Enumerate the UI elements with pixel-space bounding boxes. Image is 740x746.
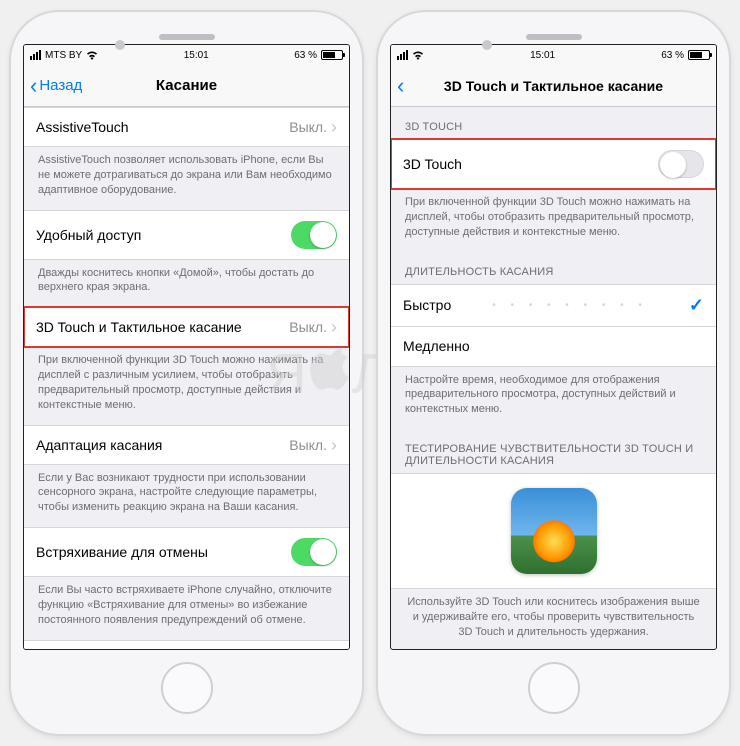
footer-text: AssistiveTouch позволяет использовать iP… <box>24 147 349 210</box>
row-label: Встряхивание для отмены <box>36 544 208 560</box>
row-3dtouch-toggle[interactable]: 3D Touch <box>391 139 716 189</box>
battery-icon <box>688 50 710 60</box>
row-duration-fast[interactable]: Быстро • • • • • • • • • ✓ <box>391 284 716 327</box>
page-title: Касание <box>156 77 217 94</box>
row-label: Медленно <box>403 338 470 354</box>
row-label: 3D Touch и Тактильное касание <box>36 319 242 335</box>
row-3dtouch-haptic[interactable]: 3D Touch и Тактильное касание Выкл. › <box>24 307 349 347</box>
phone-left: MTS BY 15:01 63 % ‹ Назад Касание Assist… <box>9 10 364 736</box>
footer-text: При включенной функции 3D Touch можно на… <box>391 189 716 252</box>
front-camera <box>482 40 492 50</box>
group-header-3dtouch: 3D TOUCH <box>391 107 716 139</box>
chevron-left-icon: ‹ <box>397 75 404 97</box>
footer-text: Если у Вас возникают трудности при испол… <box>24 465 349 528</box>
row-shake-to-undo[interactable]: Встряхивание для отмены <box>24 527 349 577</box>
row-reachability[interactable]: Удобный доступ <box>24 210 349 260</box>
front-camera <box>115 40 125 50</box>
battery-pct-label: 63 % <box>294 50 317 61</box>
settings-content[interactable]: 3D TOUCH 3D Touch При включенной функции… <box>391 107 716 649</box>
signal-icon <box>30 50 41 60</box>
back-button[interactable]: ‹ <box>397 75 404 97</box>
nav-bar: ‹ Назад Касание <box>24 65 349 107</box>
toggle-3dtouch[interactable] <box>658 150 704 178</box>
home-button[interactable] <box>528 662 580 714</box>
footer-text: Если Вы часто встряхиваете iPhone случай… <box>24 577 349 640</box>
footer-text: При включенной функции 3D Touch можно на… <box>24 347 349 424</box>
screen-left: MTS BY 15:01 63 % ‹ Назад Касание Assist… <box>23 44 350 650</box>
toggle-reachability[interactable] <box>291 221 337 249</box>
slider-dots: • • • • • • • • • <box>451 300 689 311</box>
row-value: Выкл. <box>289 319 327 335</box>
group-header-test: ТЕСТИРОВАНИЕ ЧУВСТВИТЕЛЬНОСТИ 3D TOUCH И… <box>391 429 716 473</box>
row-assistivetouch[interactable]: AssistiveTouch Выкл. › <box>24 107 349 147</box>
chevron-right-icon: › <box>331 118 337 136</box>
signal-icon <box>397 50 408 60</box>
chevron-right-icon: › <box>331 318 337 336</box>
status-bar: MTS BY 15:01 63 % <box>24 45 349 65</box>
settings-content[interactable]: AssistiveTouch Выкл. › AssistiveTouch по… <box>24 107 349 649</box>
row-label: 3D Touch <box>403 156 462 172</box>
row-value: Выкл. <box>289 119 327 135</box>
test-image-cell <box>391 473 716 589</box>
earpiece-speaker <box>526 34 582 40</box>
group-header-duration: ДЛИТЕЛЬНОСТЬ КАСАНИЯ <box>391 252 716 284</box>
earpiece-speaker <box>159 34 215 40</box>
wifi-icon <box>86 51 98 60</box>
footer-text: Настройте время, необходимое для отображ… <box>391 367 716 430</box>
home-button[interactable] <box>161 662 213 714</box>
chevron-right-icon: › <box>331 436 337 454</box>
back-button[interactable]: ‹ Назад <box>30 75 82 97</box>
row-label: AssistiveTouch <box>36 119 129 135</box>
chevron-left-icon: ‹ <box>30 75 37 97</box>
clock-label: 15:01 <box>184 50 209 61</box>
row-label: Удобный доступ <box>36 227 141 243</box>
status-bar: 15:01 63 % <box>391 45 716 65</box>
footer-text: Дважды коснитесь кнопки «Домой», чтобы д… <box>24 260 349 308</box>
battery-icon <box>321 50 343 60</box>
row-touch-accommodations[interactable]: Адаптация касания Выкл. › <box>24 425 349 465</box>
battery-pct-label: 63 % <box>661 50 684 61</box>
nav-bar: ‹ 3D Touch и Тактильное касание <box>391 65 716 107</box>
row-label: Адаптация касания <box>36 437 162 453</box>
footer-text: Используйте 3D Touch или коснитесь изобр… <box>391 589 716 649</box>
page-title: 3D Touch и Тактильное касание <box>444 78 663 94</box>
row-label: Быстро <box>403 297 451 313</box>
test-flower-image[interactable] <box>511 488 597 574</box>
row-duration-slow[interactable]: Медленно <box>391 327 716 367</box>
wifi-icon <box>412 51 424 60</box>
row-value: Выкл. <box>289 437 327 453</box>
row-vibration[interactable]: Вибрация <box>24 640 349 649</box>
checkmark-icon: ✓ <box>689 295 704 316</box>
toggle-shake-undo[interactable] <box>291 538 337 566</box>
back-label: Назад <box>39 77 82 94</box>
clock-label: 15:01 <box>530 50 555 61</box>
phone-right: 15:01 63 % ‹ 3D Touch и Тактильное касан… <box>376 10 731 736</box>
carrier-label: MTS BY <box>45 50 82 61</box>
screen-right: 15:01 63 % ‹ 3D Touch и Тактильное касан… <box>390 44 717 650</box>
